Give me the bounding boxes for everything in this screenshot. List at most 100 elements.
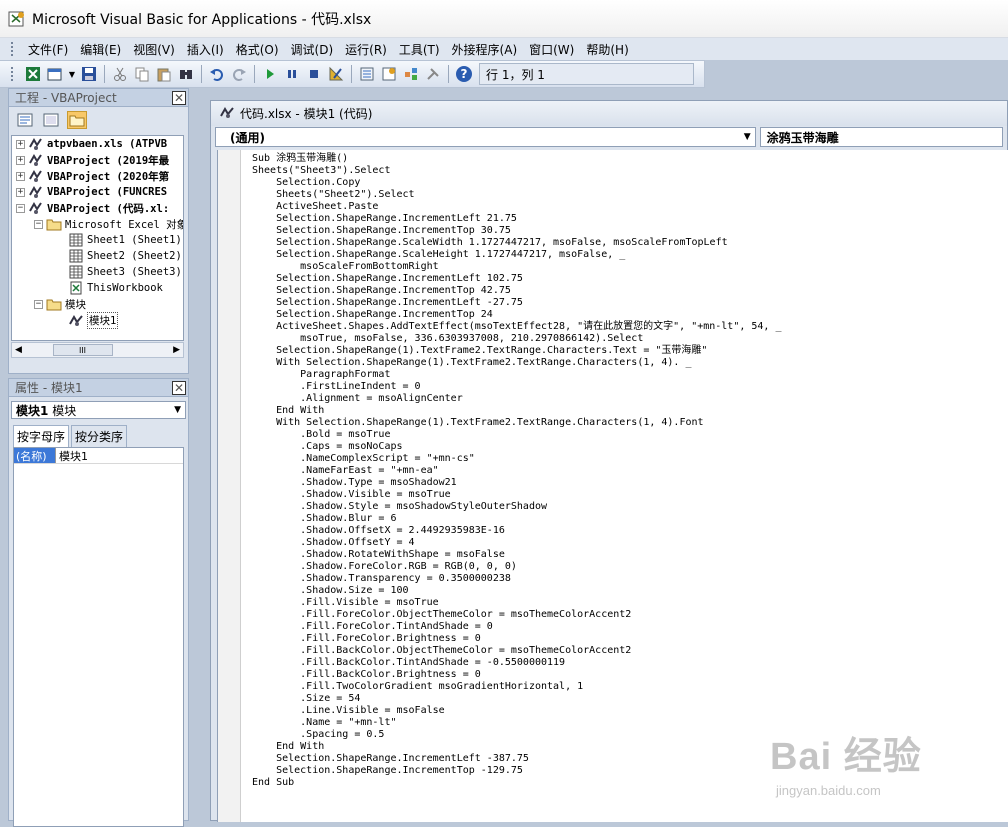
code-line[interactable]: msoScaleFromBottomRight [252,261,782,273]
code-line[interactable]: .Fill.Visible = msoTrue [252,597,782,609]
code-line[interactable]: Selection.ShapeRange.IncrementLeft 102.7… [252,273,782,285]
menu-tools[interactable]: 工具(T) [393,41,446,58]
view-code-icon[interactable] [15,111,35,129]
tree-item-sheet2[interactable]: Sheet2 (Sheet2) [12,248,183,264]
code-line[interactable]: .NameFarEast = "+mn-ea" [252,465,782,477]
code-line[interactable]: .Shadow.Transparency = 0.3500000238 [252,573,782,585]
code-line[interactable]: Selection.ShapeRange(1).TextFrame2.TextR… [252,345,782,357]
view-object-icon[interactable] [41,111,61,129]
code-line[interactable]: .Shadow.Visible = msoTrue [252,489,782,501]
procedure-dropdown[interactable]: 涂鸦玉带海雕 [759,127,1003,147]
code-line[interactable]: .Fill.ForeColor.Brightness = 0 [252,633,782,645]
tree-item-sheet3[interactable]: Sheet3 (Sheet3) [12,264,183,280]
code-line[interactable]: .Alignment = msoAlignCenter [252,393,782,405]
code-line[interactable]: .Caps = msoNoCaps [252,441,782,453]
undo-icon[interactable] [208,65,226,83]
tree-item-module1[interactable]: 模块1 [12,311,183,329]
break-icon[interactable] [283,65,301,83]
scroll-thumb[interactable]: III [52,344,113,356]
paste-icon[interactable] [155,65,173,83]
collapse-icon[interactable]: − [34,299,43,309]
run-icon[interactable] [261,65,279,83]
code-line[interactable]: .Shadow.OffsetX = 2.4492935983E-16 [252,525,782,537]
code-line[interactable]: Selection.ShapeRange.IncrementTop 42.75 [252,285,782,297]
expand-icon[interactable]: + [16,187,25,197]
toolbox-icon[interactable] [424,65,442,83]
code-line[interactable]: .Fill.BackColor.Brightness = 0 [252,669,782,681]
code-line[interactable]: .NameComplexScript = "+mn-cs" [252,453,782,465]
design-mode-icon[interactable] [327,65,345,83]
code-line[interactable]: Selection.ShapeRange.ScaleHeight 1.17274… [252,249,782,261]
code-line[interactable]: .Fill.BackColor.TintAndShade = -0.550000… [252,657,782,669]
code-line[interactable]: .Shadow.Size = 100 [252,585,782,597]
menu-debug[interactable]: 调试(D) [285,41,340,58]
code-text[interactable]: Sub 涂鸦玉带海雕() Sheets("Sheet3").Select Sele… [252,153,782,789]
object-select[interactable]: 模块1 模块 ▼ [11,401,186,419]
project-pane-close-button[interactable]: ✕ [172,90,186,105]
tree-item-thisworkbook[interactable]: ThisWorkbook [12,280,183,296]
project-explorer-icon[interactable] [358,65,376,83]
tree-item-vbaproject-2020[interactable]: + VBAProject (2020年第 [12,168,183,184]
menu-window[interactable]: 窗口(W) [523,41,580,58]
expand-icon[interactable]: + [16,171,25,181]
copy-icon[interactable] [133,65,151,83]
tree-item-atpvbaen[interactable]: + atpvbaen.xls (ATPVB [12,136,183,152]
code-line[interactable]: Selection.ShapeRange.IncrementTop -129.7… [252,765,782,777]
code-line[interactable]: Selection.Copy [252,177,782,189]
tree-item-vbaproject-code[interactable]: − VBAProject (代码.xl: [12,200,183,216]
code-line[interactable]: .Shadow.OffsetY = 4 [252,537,782,549]
menu-addins[interactable]: 外接程序(A) [446,41,524,58]
collapse-icon[interactable]: − [16,203,25,213]
code-line[interactable]: Sheets("Sheet2").Select [252,189,782,201]
code-line[interactable]: End With [252,405,782,417]
code-line[interactable]: .Bold = msoTrue [252,429,782,441]
code-line[interactable]: Selection.ShapeRange.IncrementTop 24 [252,309,782,321]
code-line[interactable]: .Shadow.ForeColor.RGB = RGB(0, 0, 0) [252,561,782,573]
code-line[interactable]: .Shadow.Blur = 6 [252,513,782,525]
expand-icon[interactable]: + [16,139,25,149]
reset-icon[interactable] [305,65,323,83]
collapse-icon[interactable]: − [34,219,43,229]
code-line[interactable]: Selection.ShapeRange.IncrementTop 30.75 [252,225,782,237]
redo-icon[interactable] [230,65,248,83]
cut-icon[interactable] [111,65,129,83]
code-line[interactable]: .Shadow.RotateWithShape = msoFalse [252,549,782,561]
code-line[interactable]: With Selection.ShapeRange(1).TextFrame2.… [252,417,782,429]
tree-item-vbaproject-2019[interactable]: + VBAProject (2019年最 [12,152,183,168]
code-line[interactable]: msoTrue, msoFalse, 336.6303937008, 210.2… [252,333,782,345]
menu-edit[interactable]: 编辑(E) [74,41,127,58]
code-line[interactable]: Sub 涂鸦玉带海雕() [252,153,782,165]
menu-help[interactable]: 帮助(H) [580,41,634,58]
code-line[interactable]: With Selection.ShapeRange(1).TextFrame2.… [252,357,782,369]
code-line[interactable]: Sheets("Sheet3").Select [252,165,782,177]
property-row[interactable]: (名称) 模块1 [14,448,183,464]
tree-item-modules-folder[interactable]: − 模块 [12,296,183,312]
tab-categorized[interactable]: 按分类序 [71,425,128,447]
code-line[interactable]: ActiveSheet.Paste [252,201,782,213]
help-icon[interactable]: ? [455,65,473,83]
code-line[interactable]: Selection.ShapeRange.IncrementLeft -27.7… [252,297,782,309]
code-line[interactable]: .Fill.ForeColor.ObjectThemeColor = msoTh… [252,609,782,621]
code-line[interactable]: Selection.ShapeRange.IncrementLeft -387.… [252,753,782,765]
code-line[interactable]: .Shadow.Type = msoShadow21 [252,477,782,489]
dropdown-arrow-icon[interactable]: ▼ [68,65,76,83]
code-line[interactable]: .Size = 54 [252,693,782,705]
save-icon[interactable] [80,65,98,83]
toggle-folders-icon[interactable] [67,111,87,129]
view-excel-icon[interactable] [24,65,42,83]
code-line[interactable]: .Fill.TwoColorGradient msoGradientHorizo… [252,681,782,693]
code-line[interactable]: .Line.Visible = msoFalse [252,705,782,717]
code-line[interactable]: End Sub [252,777,782,789]
code-line[interactable]: ParagraphFormat [252,369,782,381]
menu-run[interactable]: 运行(R) [339,41,393,58]
code-line[interactable]: Selection.ShapeRange.IncrementLeft 21.75 [252,213,782,225]
code-line[interactable]: Selection.ShapeRange.ScaleWidth 1.172744… [252,237,782,249]
insert-userform-icon[interactable] [46,65,64,83]
code-line[interactable]: .FirstLineIndent = 0 [252,381,782,393]
code-line[interactable]: .Spacing = 0.5 [252,729,782,741]
menu-view[interactable]: 视图(V) [127,41,181,58]
scroll-right-icon[interactable]: ▶ [173,345,183,355]
tab-alphabetic[interactable]: 按字母序 [13,425,70,447]
object-browser-icon[interactable] [402,65,420,83]
code-line[interactable]: .Shadow.Style = msoShadowStyleOuterShado… [252,501,782,513]
